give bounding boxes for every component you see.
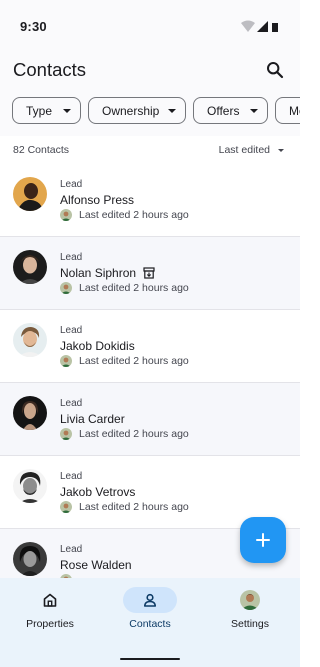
contact-name: Livia Carder <box>60 412 125 426</box>
battery-icon <box>272 23 278 32</box>
add-contact-button[interactable] <box>240 517 286 563</box>
filter-chip-label: Offers <box>207 103 240 118</box>
contact-name: Jakob Vetrovs <box>60 485 135 499</box>
nav-label: Contacts <box>129 618 171 630</box>
search-icon <box>267 62 284 79</box>
contact-avatar <box>13 542 47 576</box>
contact-list: Lead Alfonso Press Last edited 2 hours a… <box>0 164 300 578</box>
archive-icon <box>143 267 155 279</box>
contact-edited: Last edited 2 hours ago <box>60 501 189 513</box>
nav-label: Settings <box>231 618 269 630</box>
edited-text: Last edited 2 hours ago <box>79 501 189 513</box>
contact-type: Lead <box>60 179 83 190</box>
edited-text: Last edited 2 hours ago <box>79 355 189 367</box>
editor-avatar <box>60 501 72 513</box>
sort-dropdown[interactable]: Last edited <box>219 143 284 157</box>
contact-name-text: Jakob Vetrovs <box>60 485 136 499</box>
filter-chip-type[interactable]: Type <box>12 97 81 124</box>
bottom-nav: Properties Contacts Settings <box>0 578 300 667</box>
settings-avatar <box>240 590 260 610</box>
contact-name: Jakob Dokidis <box>60 339 135 353</box>
status-bar: 9:30 <box>0 0 300 44</box>
contact-edited: Last edited 2 hours ago <box>60 355 189 367</box>
nav-label: Properties <box>26 618 74 630</box>
filter-chip-ownership[interactable]: Ownership <box>88 97 186 124</box>
dropdown-caret-icon <box>63 109 71 113</box>
contact-type: Lead <box>60 252 83 263</box>
contact-name-text: Alfonso Press <box>60 193 135 207</box>
person-icon <box>144 593 156 607</box>
contact-name: Alfonso Press <box>60 193 134 207</box>
edited-text: Last edited 2 hours ago <box>79 428 189 440</box>
home-indicator <box>120 658 180 660</box>
filter-chip-label: Mo <box>289 103 300 118</box>
dropdown-caret-icon <box>250 109 258 113</box>
contact-edited: Last edited 2 hours ago <box>60 282 189 294</box>
filter-chip-offers[interactable]: Offers <box>193 97 268 124</box>
contact-type: Lead <box>60 398 83 409</box>
nav-item-settings[interactable]: Settings <box>200 578 300 644</box>
wifi-icon <box>241 20 255 32</box>
edited-text: Last edited 2 hours ago <box>79 282 189 294</box>
contact-type: Lead <box>60 544 83 555</box>
contact-avatar <box>13 177 47 211</box>
nav-pill-active <box>123 587 177 613</box>
contact-name-text: Jakob Dokidis <box>60 339 135 353</box>
editor-avatar <box>60 282 72 294</box>
cellular-icon <box>257 21 268 32</box>
editor-avatar <box>60 355 72 367</box>
contact-avatar <box>13 469 47 503</box>
contact-edited: Last edited 2 hours ago <box>60 428 189 440</box>
contact-name: Nolan Siphron <box>60 266 155 280</box>
filter-chip-label: Ownership <box>102 103 160 118</box>
contact-edited: Last edited 2 hours ago <box>60 209 189 221</box>
home-icon <box>43 593 57 607</box>
page-title: Contacts <box>13 59 87 80</box>
dropdown-caret-icon <box>168 109 176 113</box>
contact-name-text: Nolan Siphron <box>60 266 137 280</box>
contact-name-text: Rose Walden <box>60 558 132 572</box>
app-bar: Contacts <box>0 44 300 94</box>
contact-row[interactable]: Lead Alfonso Press Last edited 2 hours a… <box>0 164 300 237</box>
filter-chip-label: Type <box>26 103 53 118</box>
dropdown-caret-icon <box>278 148 284 152</box>
contact-name: Rose Walden <box>60 558 132 572</box>
filter-row: Type Ownership Offers Mo <box>0 94 300 136</box>
search-button[interactable] <box>262 57 288 83</box>
contact-avatar <box>13 250 47 284</box>
filter-chip-more[interactable]: Mo <box>275 97 300 124</box>
status-time: 9:30 <box>20 19 47 34</box>
contact-type: Lead <box>60 325 83 336</box>
editor-avatar <box>60 428 72 440</box>
contacts-count: 82 Contacts <box>13 144 70 156</box>
status-icons <box>241 20 278 32</box>
list-header: 82 Contacts Last edited <box>0 136 300 164</box>
plus-icon <box>256 533 270 547</box>
nav-item-contacts[interactable]: Contacts <box>100 578 200 644</box>
contact-type: Lead <box>60 471 83 482</box>
contact-avatar <box>13 323 47 357</box>
nav-pill <box>23 587 77 613</box>
contact-row[interactable]: Lead Nolan Siphron Last edited 2 hours a… <box>0 237 300 310</box>
contact-row[interactable]: Lead Livia Carder Last edited 2 hours ag… <box>0 383 300 456</box>
sort-label: Last edited <box>218 144 270 156</box>
nav-pill <box>223 587 277 613</box>
nav-item-properties[interactable]: Properties <box>0 578 100 644</box>
contact-avatar <box>13 396 47 430</box>
edited-text: Last edited 2 hours ago <box>79 209 189 221</box>
contact-row[interactable]: Lead Jakob Dokidis Last edited 2 hours a… <box>0 310 300 383</box>
editor-avatar <box>60 209 72 221</box>
contact-name-text: Livia Carder <box>60 412 125 426</box>
